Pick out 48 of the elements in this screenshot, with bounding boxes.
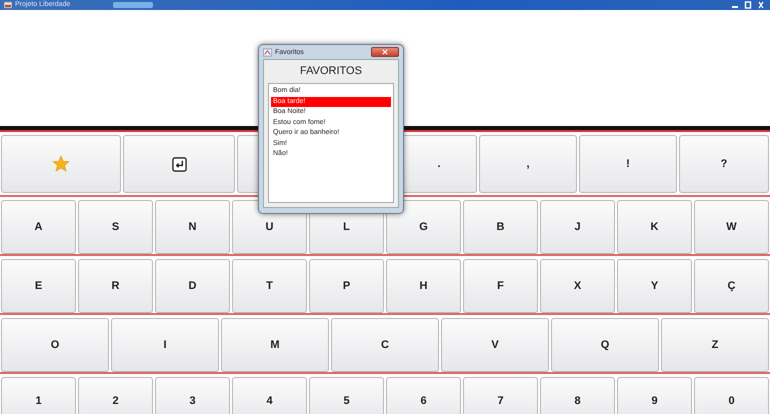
letter-key[interactable]: C: [331, 318, 439, 372]
letter-key[interactable]: T: [232, 259, 307, 313]
letter-key[interactable]: 4: [232, 377, 307, 414]
letter-key[interactable]: 9: [617, 377, 692, 414]
letter-key[interactable]: G: [386, 200, 461, 254]
close-icon: [381, 49, 389, 55]
letter-key[interactable]: 2: [78, 377, 153, 414]
letter-key[interactable]: 0: [694, 377, 769, 414]
key[interactable]: ,: [479, 135, 577, 193]
close-button[interactable]: [371, 47, 399, 57]
letter-key[interactable]: A: [1, 200, 76, 254]
letter-key[interactable]: E: [1, 259, 76, 313]
letter-key[interactable]: D: [155, 259, 230, 313]
letter-key[interactable]: V: [441, 318, 549, 372]
letter-key[interactable]: 1: [1, 377, 76, 414]
dialog-heading: FAVORITOS: [299, 64, 363, 79]
close-icon[interactable]: [756, 1, 766, 9]
letter-key[interactable]: O: [1, 318, 109, 372]
letter-key[interactable]: Y: [617, 259, 692, 313]
key[interactable]: .: [401, 135, 477, 193]
letter-key[interactable]: S: [78, 200, 153, 254]
letter-key[interactable]: F: [463, 259, 538, 313]
letter-key[interactable]: K: [617, 200, 692, 254]
letter-key[interactable]: 6: [386, 377, 461, 414]
letter-key[interactable]: 7: [463, 377, 538, 414]
letter-key[interactable]: I: [111, 318, 219, 372]
enter-icon: [172, 156, 186, 172]
letter-key[interactable]: Q: [551, 318, 659, 372]
maximize-icon[interactable]: [743, 1, 753, 9]
key[interactable]: !: [579, 135, 677, 193]
letter-key[interactable]: Ç: [694, 259, 769, 313]
letter-key[interactable]: X: [540, 259, 615, 313]
star-icon: [52, 155, 70, 173]
letter-key[interactable]: R: [78, 259, 153, 313]
letter-key[interactable]: 5: [309, 377, 384, 414]
letter-key[interactable]: Z: [661, 318, 769, 372]
letter-key[interactable]: N: [155, 200, 230, 254]
letter-key[interactable]: J: [540, 200, 615, 254]
app-icon: [4, 1, 12, 9]
letter-key[interactable]: M: [221, 318, 329, 372]
letter-key[interactable]: 3: [155, 377, 230, 414]
letter-key[interactable]: 8: [540, 377, 615, 414]
letter-key[interactable]: B: [463, 200, 538, 254]
key[interactable]: ?: [679, 135, 769, 193]
letter-key[interactable]: H: [386, 259, 461, 313]
letter-key[interactable]: P: [309, 259, 384, 313]
letter-key[interactable]: W: [694, 200, 769, 254]
app-icon: [263, 48, 272, 56]
